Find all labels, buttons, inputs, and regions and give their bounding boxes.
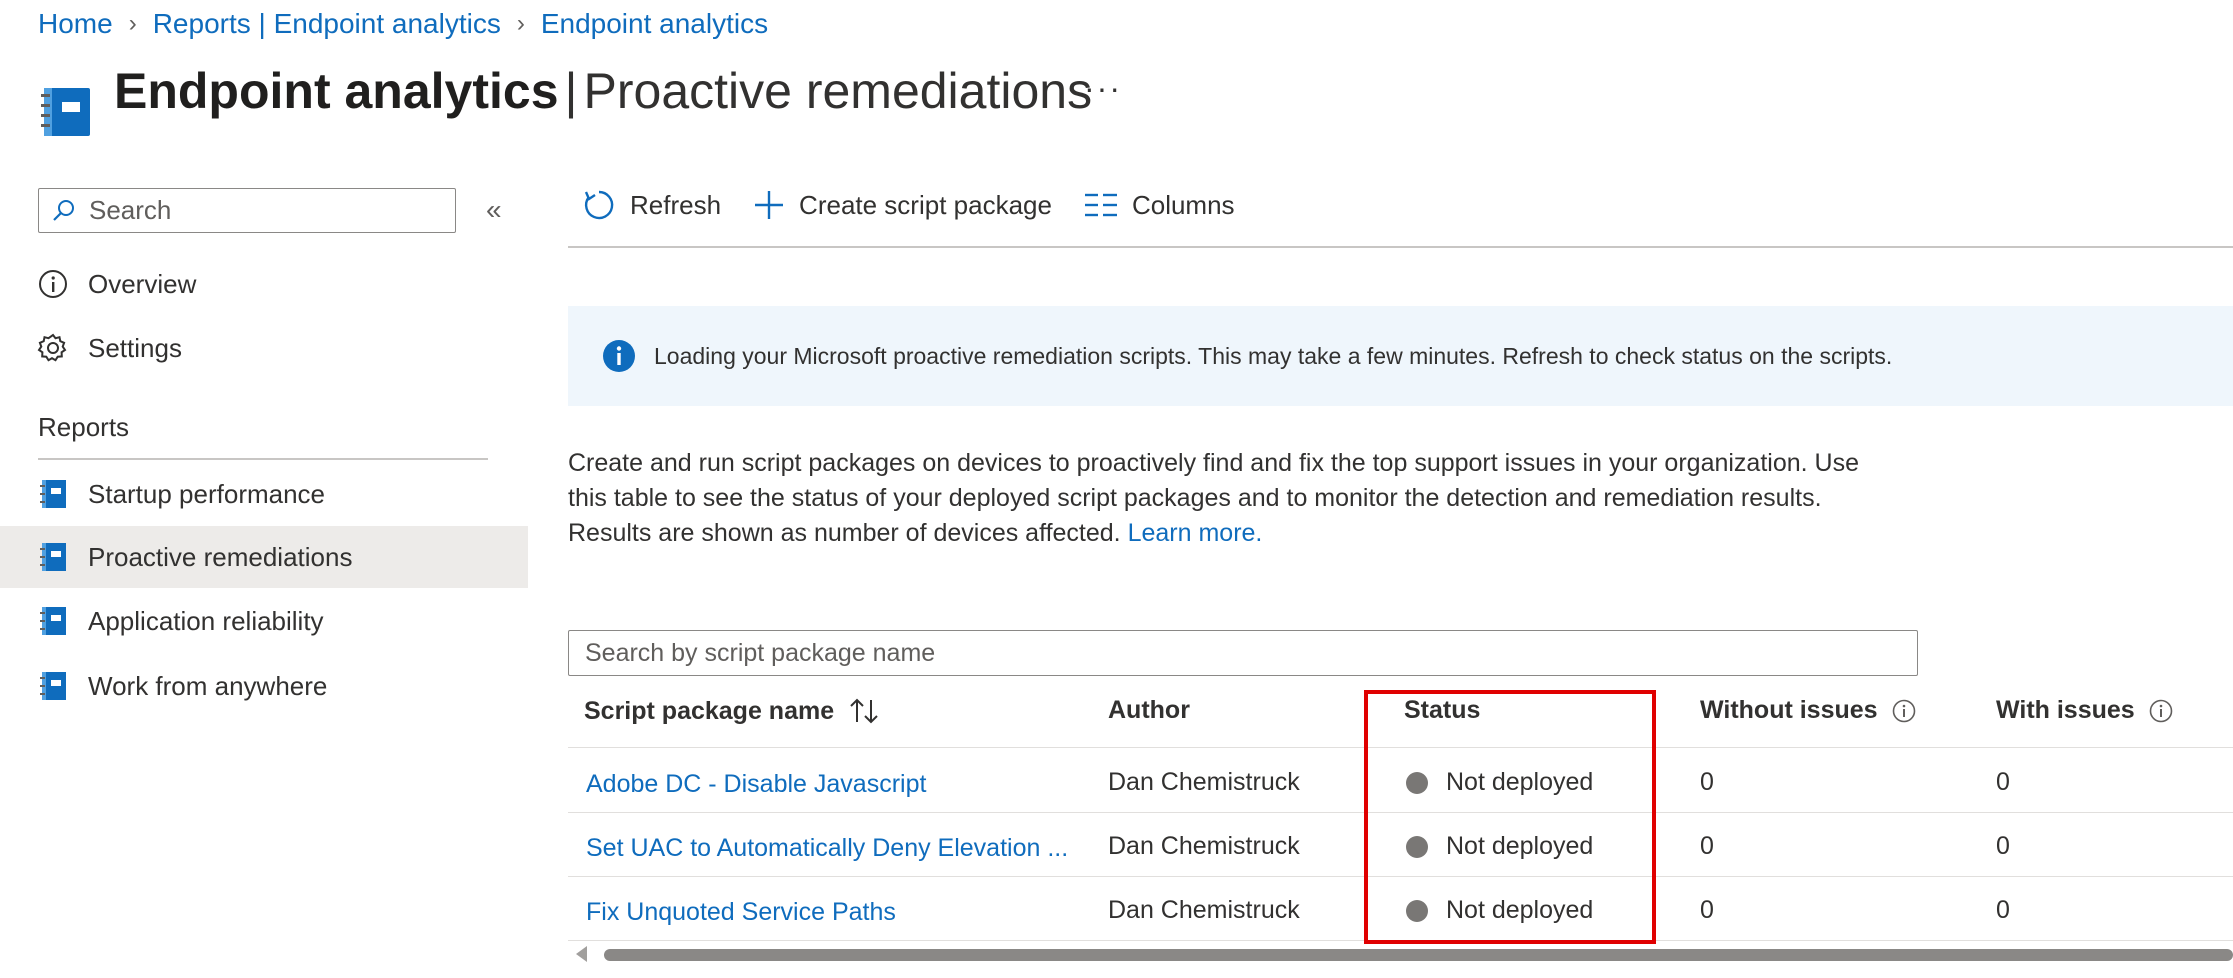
sidebar-item-label: Overview [88,268,197,299]
columns-icon [1084,193,1117,217]
column-header-without-issues[interactable]: Without issues [1700,696,1916,725]
create-script-package-button[interactable]: Create script package [753,189,1052,221]
sidebar-item-label: Startup performance [88,478,326,509]
refresh-label: Refresh [630,189,722,220]
info-banner-text: Loading your Microsoft proactive remedia… [654,342,1893,369]
script-package-search-input[interactable] [569,631,1917,675]
more-options-button[interactable]: ··· [1084,70,1122,107]
sidebar-item-label: Proactive remediations [88,541,353,572]
columns-button[interactable]: Columns [1084,190,1235,221]
notebook-icon [36,669,70,703]
refresh-icon [584,190,614,220]
description-line: Results are shown as number of devices a… [568,519,1121,547]
description-line: this table to see the status of your dep… [568,484,1822,512]
sidebar-item-label: Application reliability [88,605,324,636]
breadcrumb: Home › Reports | Endpoint analytics › En… [38,8,768,40]
collapse-sidebar-button[interactable]: « [486,194,502,226]
sidebar-item-overview[interactable]: Overview [0,253,528,315]
author-cell: Dan Chemistruck [1108,896,1300,924]
sidebar-divider [38,458,488,460]
with-issues-cell: 0 [1996,896,2010,924]
sidebar-search-box [38,188,456,233]
sidebar-item-label: Settings [88,332,182,363]
sort-icon [850,698,878,724]
sidebar-search-input[interactable] [87,194,431,227]
info-circle-icon[interactable] [2149,699,2173,723]
with-issues-cell: 0 [1996,832,2010,860]
notebook-icon [36,540,70,574]
create-label: Create script package [799,189,1052,220]
column-header-label: With issues [1996,696,2135,724]
scroll-left-arrow-icon[interactable] [576,946,587,962]
without-issues-cell: 0 [1700,768,1714,796]
sidebar-item-startup-performance[interactable]: Startup performance [0,463,528,525]
with-issues-cell: 0 [1996,768,2010,796]
columns-label: Columns [1131,189,1235,220]
author-cell: Dan Chemistruck [1108,832,1300,860]
sidebar-item-work-from-anywhere[interactable]: Work from anywhere [0,655,528,717]
horizontal-scrollbar-thumb[interactable] [604,949,2233,961]
sidebar-item-proactive-remediations[interactable]: Proactive remediations [0,526,528,588]
column-header-with-issues[interactable]: With issues [1996,696,2173,725]
toolbar-divider [568,246,2233,248]
info-circle-icon [36,267,70,301]
page-title-bold: Endpoint analytics [114,63,559,119]
chevron-right-icon: › [128,10,137,37]
info-circle-icon[interactable] [1892,699,1916,723]
column-header-label: Without issues [1700,696,1878,724]
column-header-author[interactable]: Author [1108,696,1190,725]
plus-icon [755,191,784,219]
command-bar: Refresh Create script package Columns [582,188,1267,222]
refresh-button[interactable]: Refresh [582,188,721,222]
script-package-link[interactable]: Fix Unquoted Service Paths [586,898,896,927]
title-separator: | [564,63,578,119]
page-description: Create and run script packages on device… [568,446,1948,551]
script-package-link[interactable]: Adobe DC - Disable Javascript [586,770,926,799]
status-column-highlight [1364,690,1656,944]
without-issues-cell: 0 [1700,896,1714,924]
script-package-link[interactable]: Set UAC to Automatically Deny Elevation … [586,834,1068,863]
column-header-label: Author [1108,696,1190,724]
breadcrumb-home[interactable]: Home [38,8,113,40]
reports-heading: Reports [38,412,130,442]
search-icon [53,199,74,221]
column-header-script-package-name[interactable]: Script package name [584,696,880,726]
chevron-right-icon: › [516,10,525,37]
page-title-rest: Proactive remediations [583,63,1093,119]
info-banner: Loading your Microsoft proactive remedia… [568,306,2233,406]
author-cell: Dan Chemistruck [1108,768,1300,796]
notebook-icon [36,604,70,638]
info-icon [603,340,635,372]
notebook-icon [38,84,94,140]
description-line: Create and run script packages on device… [568,449,1859,477]
gear-icon [36,331,70,365]
breadcrumb-reports[interactable]: Reports | Endpoint analytics [153,8,501,40]
column-header-label: Script package name [584,696,835,725]
learn-more-link[interactable]: Learn more. [1128,519,1263,547]
without-issues-cell: 0 [1700,832,1714,860]
sidebar-item-application-reliability[interactable]: Application reliability [0,590,528,652]
script-package-search-box [568,630,1918,676]
breadcrumb-endpoint-analytics[interactable]: Endpoint analytics [541,8,768,40]
notebook-icon [36,477,70,511]
sidebar-item-settings[interactable]: Settings [0,317,528,379]
sidebar-item-label: Work from anywhere [88,670,328,701]
page-title: Endpoint analytics | Proactive remediation… [114,62,1092,120]
